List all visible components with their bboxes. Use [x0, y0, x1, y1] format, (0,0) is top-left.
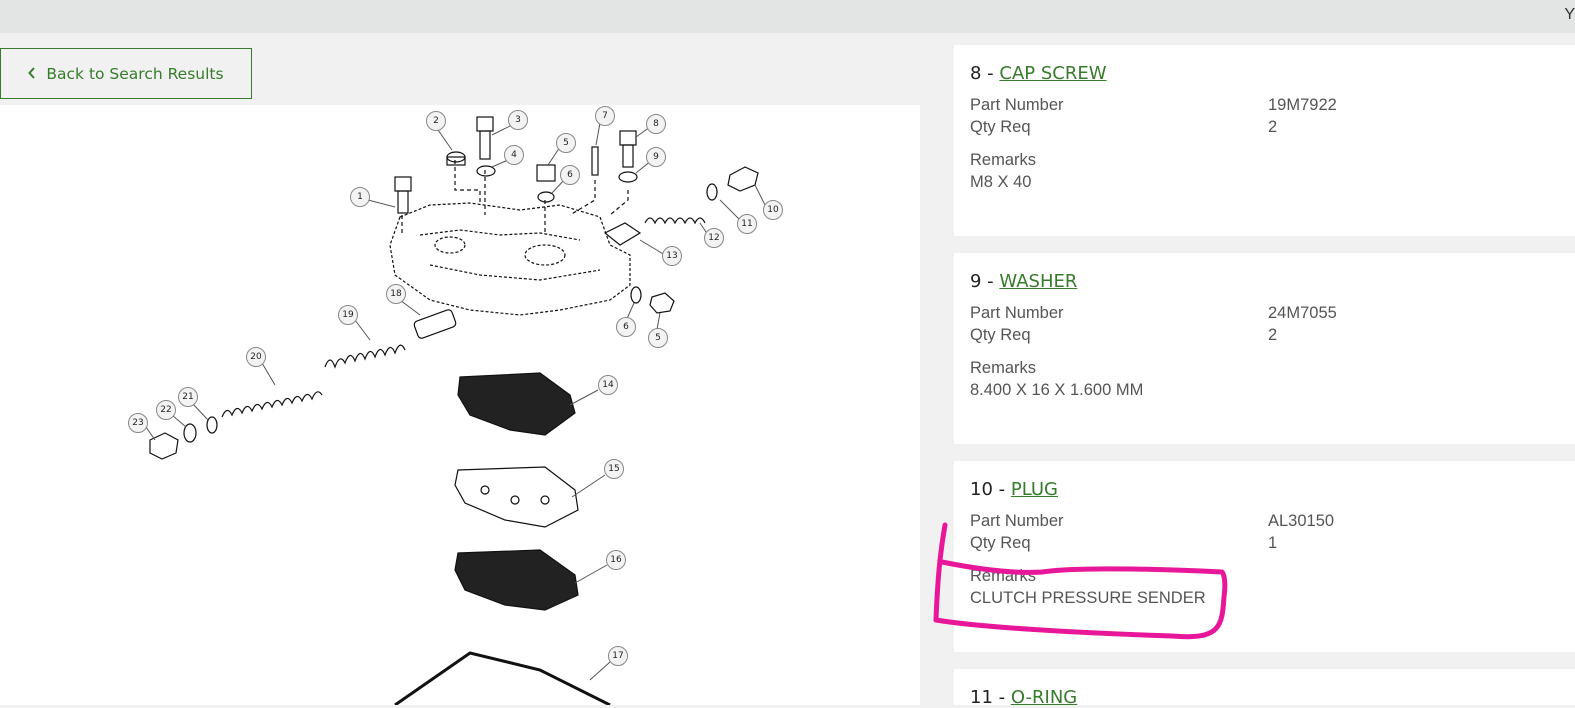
callout-4: 4	[504, 145, 524, 165]
qty-value: 2	[1268, 326, 1278, 344]
part-name-link[interactable]: CAP SCREW	[999, 63, 1106, 84]
part-name-link[interactable]: PLUG	[1011, 479, 1058, 500]
remarks-label: Remarks	[970, 359, 1037, 377]
part-number-value: 19M7922	[1268, 96, 1337, 114]
callout-7: 7	[595, 106, 615, 126]
parts-diagram: 1 2 3 4 5 6 7 8 9 10 11 12 13 18 6 5 19 20 14 21 22 23 15 16 17	[0, 105, 920, 705]
callout-20: 20	[246, 347, 266, 367]
callout-22: 22	[156, 400, 176, 420]
remarks-value: M8 X 40	[970, 173, 1032, 191]
part-index: 8 -	[970, 63, 1000, 84]
callout-10: 10	[763, 200, 783, 220]
callout-5: 5	[556, 133, 576, 153]
callout-6: 6	[616, 317, 636, 337]
remarks-label: Remarks	[970, 151, 1037, 169]
callout-21: 21	[178, 387, 198, 407]
part-card: 8 - CAP SCREW Part Number 19M7922 Qty Re…	[954, 45, 1575, 236]
remarks-value: CLUTCH PRESSURE SENDER	[970, 589, 1206, 607]
callout-13: 13	[662, 246, 682, 266]
part-number-label: Part Number	[970, 96, 1064, 114]
part-name-link[interactable]: WASHER	[999, 271, 1077, 292]
top-bar: Y	[0, 0, 1575, 33]
back-button-label: Back to Search Results	[46, 64, 224, 83]
callout-17: 17	[608, 646, 628, 666]
part-title: 10 - PLUG	[970, 479, 1058, 500]
callout-3: 3	[508, 110, 528, 130]
callout-18: 18	[386, 284, 406, 304]
callout-9: 9	[646, 147, 666, 167]
part-number-value: AL30150	[1268, 512, 1335, 530]
callout-5: 5	[648, 328, 668, 348]
part-title: 9 - WASHER	[970, 271, 1077, 292]
back-to-search-results-button[interactable]: Back to Search Results	[0, 48, 252, 99]
part-card: 10 - PLUG Part Number AL30150 Qty Req 1 …	[954, 461, 1575, 652]
remarks-label: Remarks	[970, 567, 1037, 585]
part-number-label: Part Number	[970, 512, 1064, 530]
callout-2: 2	[426, 111, 446, 131]
part-index: 10 -	[970, 479, 1011, 500]
chevron-left-icon	[28, 64, 36, 83]
qty-label: Qty Req	[970, 326, 1031, 344]
topbar-text: Y	[1564, 6, 1575, 23]
part-title: 8 - CAP SCREW	[970, 63, 1107, 84]
part-number-value: 24M7055	[1268, 304, 1337, 322]
qty-value: 2	[1268, 118, 1278, 136]
callout-11: 11	[737, 214, 757, 234]
qty-label: Qty Req	[970, 534, 1031, 552]
callout-6: 6	[560, 165, 580, 185]
exploded-view-drawing	[145, 116, 766, 705]
part-number-label: Part Number	[970, 304, 1064, 322]
part-card: 9 - WASHER Part Number 24M7055 Qty Req 2…	[954, 253, 1575, 444]
callout-19: 19	[338, 305, 358, 325]
callout-12: 12	[704, 228, 724, 248]
callout-1: 1	[350, 187, 370, 207]
part-index: 9 -	[970, 271, 1000, 292]
remarks-value: 8.400 X 16 X 1.600 MM	[970, 381, 1144, 399]
callout-15: 15	[604, 459, 624, 479]
callout-14: 14	[598, 375, 618, 395]
callout-8: 8	[646, 114, 666, 134]
part-card: 11 - O-RING	[954, 669, 1575, 708]
callout-16: 16	[606, 550, 626, 570]
callout-23: 23	[128, 413, 148, 433]
qty-value: 1	[1268, 534, 1278, 552]
qty-label: Qty Req	[970, 118, 1031, 136]
